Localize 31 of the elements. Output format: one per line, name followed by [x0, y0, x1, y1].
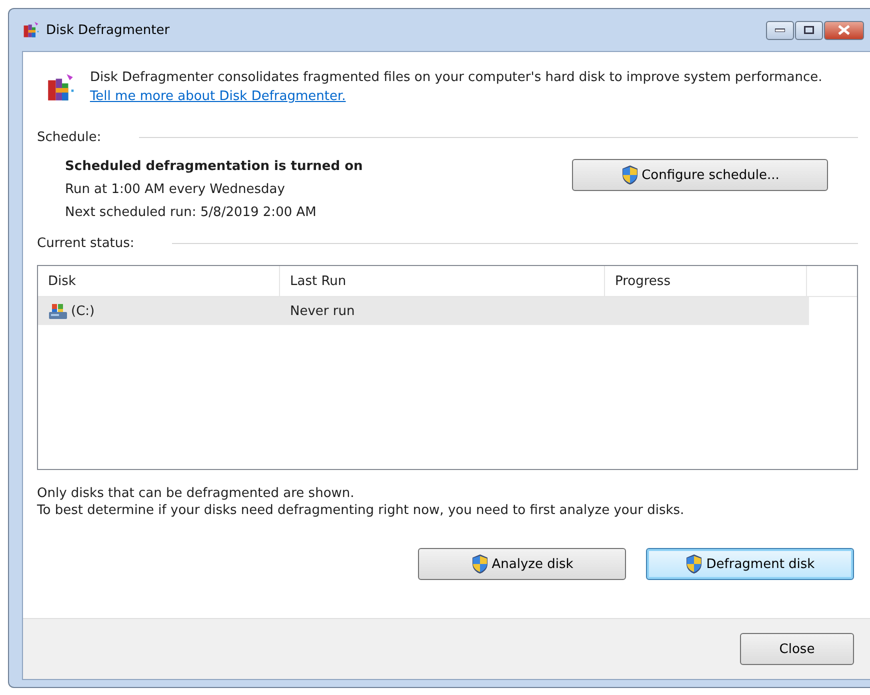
next-run-text: Next scheduled run: 5/8/2019 2:00 AM	[65, 205, 318, 220]
window-title: Disk Defragmenter	[46, 22, 171, 38]
note-text: To best determine if your disks need defragmenting right now, you need to first analyze your disks.	[37, 503, 686, 518]
maximize-button[interactable]	[795, 20, 823, 40]
minimize-icon	[775, 28, 785, 32]
help-link[interactable]: Tell me more about Disk Defragmenter.	[90, 89, 346, 104]
hard-drive-icon	[48, 302, 68, 320]
shield-icon	[620, 165, 639, 185]
column-header[interactable]: Disk	[38, 266, 280, 296]
column-header[interactable]: Progress	[605, 266, 807, 296]
schedule-time: Run at 1:00 AM every Wednesday	[65, 182, 286, 197]
section-heading: Current status:	[37, 236, 134, 251]
description-text: Disk Defragmenter consolidates fragmented files on your computer's hard disk to improve system performance. Tell me more about Disk Defragmenter.	[90, 69, 824, 106]
close-button[interactable]: Close	[740, 633, 854, 665]
close-icon	[838, 25, 850, 35]
section-heading: Schedule:	[37, 130, 102, 145]
schedule-status: Scheduled defragmentation is turned on	[65, 159, 363, 174]
note-text: Only disks that can be defragmented are shown.	[37, 486, 356, 501]
action-button[interactable]: Defragment disk	[646, 548, 854, 580]
close-button[interactable]	[824, 20, 864, 40]
shield-icon	[685, 554, 704, 574]
shield-icon	[470, 554, 489, 574]
defragmenter-icon	[22, 21, 40, 39]
column-header[interactable]: Last Run	[280, 266, 605, 296]
last-run-cell-text: Never run	[289, 302, 356, 320]
configure-schedule-button[interactable]: Configure schedule...	[572, 159, 828, 191]
disk-cell: (C:)	[38, 297, 280, 325]
maximize-icon	[804, 26, 814, 34]
disk-row[interactable]: (C:) Never run	[38, 297, 809, 325]
action-button[interactable]: Analyze disk	[418, 548, 626, 580]
minimize-button[interactable]	[766, 20, 794, 40]
